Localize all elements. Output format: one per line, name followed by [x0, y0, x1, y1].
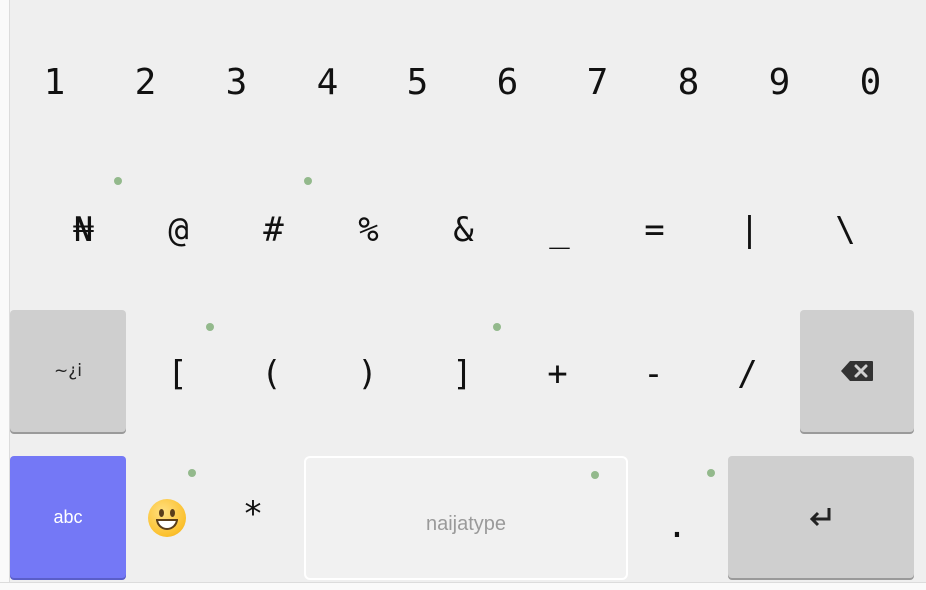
key-equals[interactable]: = — [607, 198, 702, 262]
backspace-icon — [840, 360, 874, 382]
symbol-keyboard: 1 2 3 4 5 6 7 8 9 0 ₦ @ # % & _ = | \ ~¿… — [0, 0, 926, 590]
hint-dot — [707, 469, 715, 477]
key-0[interactable]: 0 — [825, 50, 916, 114]
key-minus[interactable]: - — [606, 342, 701, 406]
hint-dot — [114, 177, 122, 185]
enter-icon — [807, 505, 835, 529]
key-1[interactable]: 1 — [9, 50, 100, 114]
grinning-face-icon — [148, 499, 186, 537]
key-9[interactable]: 9 — [734, 50, 825, 114]
hint-dot — [188, 469, 196, 477]
key-slash[interactable]: / — [700, 342, 795, 406]
key-6[interactable]: 6 — [462, 50, 553, 114]
key-underscore[interactable]: _ — [512, 198, 607, 262]
hint-dot — [304, 177, 312, 185]
key-close-bracket[interactable]: ] — [415, 342, 510, 406]
key-close-paren[interactable]: ) — [320, 342, 415, 406]
abc-key[interactable]: abc — [10, 456, 126, 578]
key-at[interactable]: @ — [131, 198, 226, 262]
key-asterisk[interactable]: * — [212, 482, 294, 546]
keyboard-bottom-edge — [0, 582, 926, 590]
key-open-paren[interactable]: ( — [224, 342, 319, 406]
key-pipe[interactable]: | — [702, 198, 797, 262]
key-naira[interactable]: ₦ — [36, 198, 131, 262]
key-7[interactable]: 7 — [552, 50, 643, 114]
symbols-shift-key[interactable]: ~¿i — [10, 310, 126, 432]
hint-dot — [206, 323, 214, 331]
backspace-key[interactable] — [800, 310, 914, 432]
key-3[interactable]: 3 — [191, 50, 282, 114]
key-backslash[interactable]: \ — [798, 198, 893, 262]
hint-dot — [591, 471, 599, 479]
key-plus[interactable]: + — [510, 342, 605, 406]
key-4[interactable]: 4 — [282, 50, 373, 114]
space-bar[interactable]: naijatype — [304, 456, 628, 580]
emoji-key[interactable] — [132, 486, 202, 550]
key-hash[interactable]: # — [226, 198, 321, 262]
hint-dot — [493, 323, 501, 331]
key-period[interactable]: . — [642, 494, 712, 558]
key-8[interactable]: 8 — [643, 50, 734, 114]
key-5[interactable]: 5 — [372, 50, 463, 114]
key-open-bracket[interactable]: [ — [130, 342, 225, 406]
key-ampersand[interactable]: & — [416, 198, 511, 262]
key-percent[interactable]: % — [321, 198, 416, 262]
enter-key[interactable] — [728, 456, 914, 578]
key-2[interactable]: 2 — [100, 50, 191, 114]
